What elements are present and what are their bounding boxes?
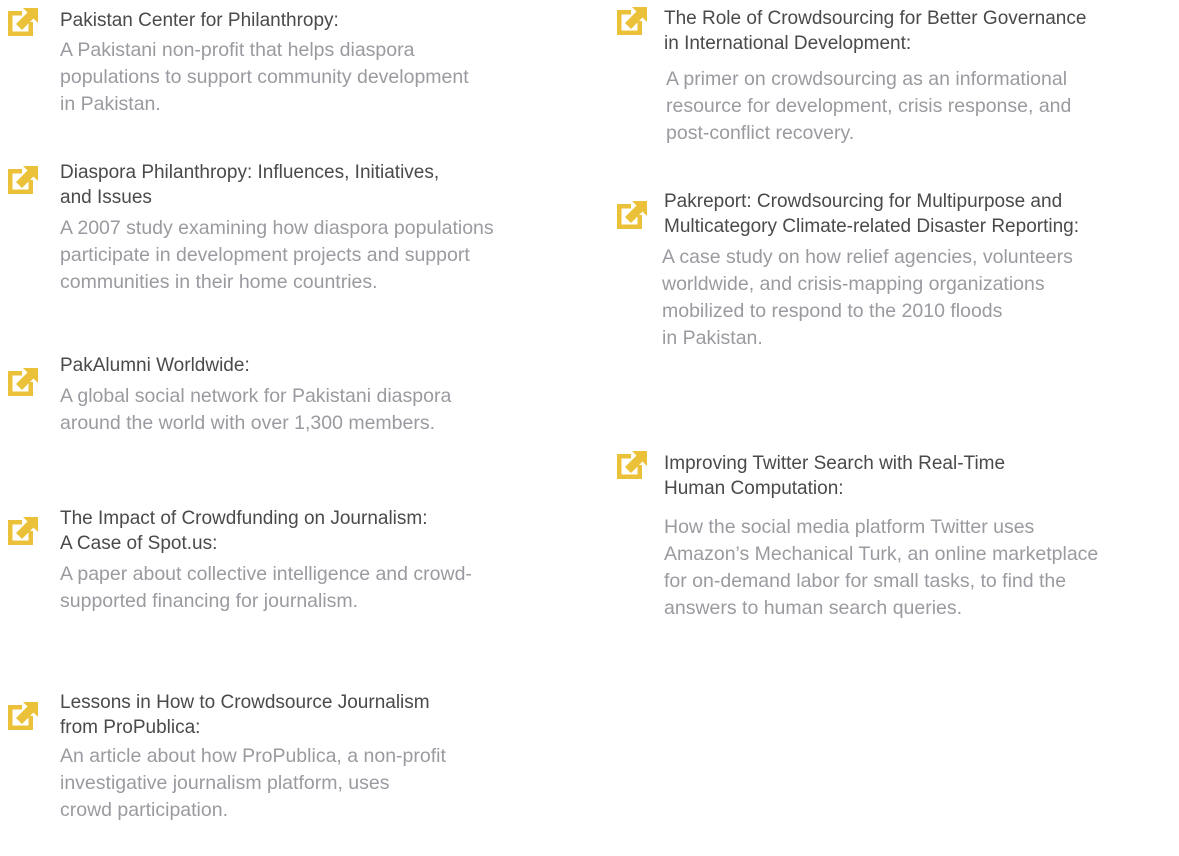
resource-description: A primer on crowdsourcing as an informat… [666, 68, 1072, 144]
external-link-icon[interactable] [8, 368, 38, 396]
resource-description: A 2007 study examining how diaspora popu… [60, 217, 494, 293]
external-link-icon[interactable] [8, 166, 38, 194]
resource-description: A case study on how relief agencies, vol… [662, 246, 1073, 349]
external-link-icon[interactable] [617, 7, 647, 35]
resource-description: How the social media platform Twitter us… [664, 516, 1099, 619]
resource-title[interactable]: The Role of Crowdsourcing for Better Gov… [664, 6, 1086, 56]
resource-description: A Pakistani non-profit that helps diaspo… [60, 39, 469, 115]
resource-title[interactable]: Diaspora Philanthropy: Influences, Initi… [60, 160, 439, 210]
resource-title[interactable]: Pakistan Center for Philanthropy: [60, 8, 339, 33]
resource-description: A paper about collective intelligence an… [60, 563, 472, 612]
external-link-icon[interactable] [8, 702, 38, 730]
external-link-icon[interactable] [8, 8, 38, 36]
resource-description: A global social network for Pakistani di… [60, 385, 452, 434]
resource-description: An article about how ProPublica, a non-p… [60, 745, 446, 821]
resource-title[interactable]: Improving Twitter Search with Real-Time … [664, 451, 1005, 501]
external-link-icon[interactable] [617, 201, 647, 229]
resource-title[interactable]: PakAlumni Worldwide: [60, 353, 250, 378]
resource-title[interactable]: The Impact of Crowdfunding on Journalism… [60, 506, 428, 556]
external-link-icon[interactable] [617, 451, 647, 479]
resource-title[interactable]: Lessons in How to Crowdsource Journalism… [60, 690, 430, 740]
resource-title[interactable]: Pakreport: Crowdsourcing for Multipurpos… [664, 189, 1079, 239]
external-link-icon[interactable] [8, 517, 38, 545]
